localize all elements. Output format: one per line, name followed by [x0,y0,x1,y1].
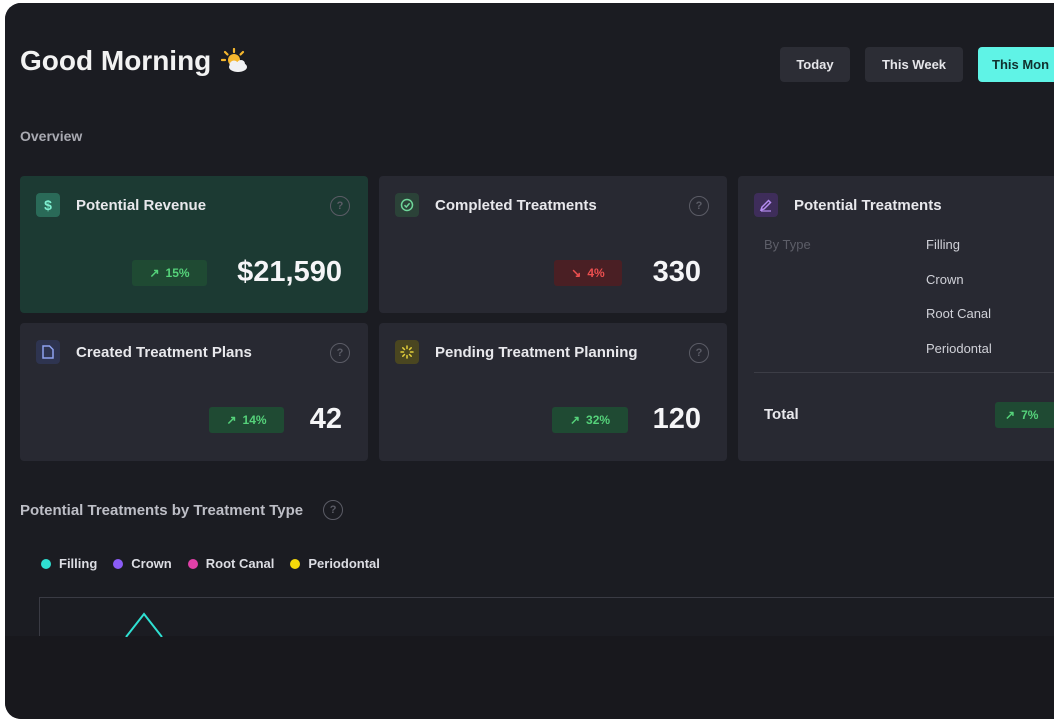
trend-value: 32% [586,413,611,427]
trend-value: 4% [587,266,605,280]
period-today-button[interactable]: Today [780,47,850,82]
trend-value: 15% [165,266,190,280]
potential-revenue-card[interactable]: $ Potential Revenue ? ↗ 15% $21,590 [20,176,368,313]
type-item-root-canal: Root Canal [926,306,992,321]
trend-badge: ↗ 7% [995,402,1054,428]
card-title: Potential Revenue [76,196,207,214]
metric-value: $21,590 [237,256,342,288]
by-type-label: By Type [764,237,811,252]
card-header: Pending Treatment Planning [395,340,638,364]
pen-icon [754,193,778,217]
legend-label: Root Canal [205,556,275,571]
completed-treatments-card[interactable]: Completed Treatments ? ↘ 4% 330 [379,176,727,313]
trend-up-icon: ↗ [149,266,160,280]
help-icon[interactable]: ? [330,343,350,363]
legend-item-filling[interactable]: Filling [41,556,97,571]
metric-value: 120 [652,403,701,435]
pending-treatment-planning-card[interactable]: Pending Treatment Planning ? ↗ 32% 120 [379,323,727,461]
greeting-text: Good Morning [20,45,212,76]
legend-label: Filling [59,556,98,571]
type-item-periodontal: Periodontal [926,341,992,356]
legend-item-crown[interactable]: Crown [113,556,172,571]
bottom-band [5,636,1054,719]
dollar-icon: $ [36,193,60,217]
help-icon[interactable]: ? [323,500,344,520]
dashboard-window: Good Morning Today This Week This Mon Ov… [5,3,1054,719]
trend-down-icon: ↘ [571,266,582,280]
legend-label: Crown [131,556,172,571]
trend-badge: ↗ 14% [209,407,284,433]
trend-badge: ↗ 32% [552,407,628,433]
card-header: Created Treatment Plans [36,340,252,364]
legend-item-root-canal[interactable]: Root Canal [187,556,275,571]
trend-up-icon: ↗ [226,413,237,427]
card-title: Pending Treatment Planning [435,343,638,361]
period-this-week-button[interactable]: This Week [865,47,963,82]
period-this-month-button[interactable]: This Mon [978,47,1054,82]
legend-dot [113,558,124,569]
chart-plot-area [39,597,1054,637]
trend-badge: ↗ 15% [132,260,207,286]
legend-item-periodontal[interactable]: Periodontal [290,556,380,571]
card-header: $ Potential Revenue [36,193,206,217]
legend-label: Periodontal [308,556,380,571]
trend-value: 7% [1021,408,1039,422]
overview-label: Overview [20,128,83,144]
type-item-filling: Filling [926,237,960,252]
help-icon[interactable]: ? [689,343,709,363]
trend-up-icon: ↗ [1005,408,1016,422]
chart-legend: Filling Crown Root Canal Periodontal [41,556,380,571]
chart-section-title-text: Potential Treatments by Treatment Type [20,501,304,519]
chart-section-title: Potential Treatments by Treatment Type ? [20,500,344,520]
legend-dot [187,558,198,569]
card-header: Potential Treatments [754,193,942,217]
greeting-heading: Good Morning [20,45,249,77]
card-title: Completed Treatments [435,196,597,214]
document-icon [36,340,60,364]
divider [754,372,1054,373]
help-icon[interactable]: ? [689,196,709,216]
trend-value: 14% [242,413,267,427]
legend-dot [41,558,51,569]
chart-svg [125,612,163,637]
metric-value: 42 [309,403,342,435]
sun-behind-cloud-icon [221,47,249,74]
created-treatment-plans-card[interactable]: Created Treatment Plans ? ↗ 14% 42 [20,323,368,461]
type-item-crown: Crown [926,272,964,287]
card-header: Completed Treatments [395,193,597,217]
potential-treatments-card[interactable]: Potential Treatments By Type Filling Cro… [738,176,1054,461]
card-title: Potential Treatments [794,196,942,214]
filling-series-line [125,612,163,637]
trend-up-icon: ↗ [569,413,581,427]
help-icon[interactable]: ? [330,196,350,216]
trend-badge: ↘ 4% [554,260,622,286]
metric-value: 330 [652,256,701,288]
check-circle-icon [395,193,419,217]
total-label: Total [764,406,799,423]
legend-dot [290,558,301,569]
card-title: Created Treatment Plans [76,343,252,361]
loading-icon [395,340,419,364]
